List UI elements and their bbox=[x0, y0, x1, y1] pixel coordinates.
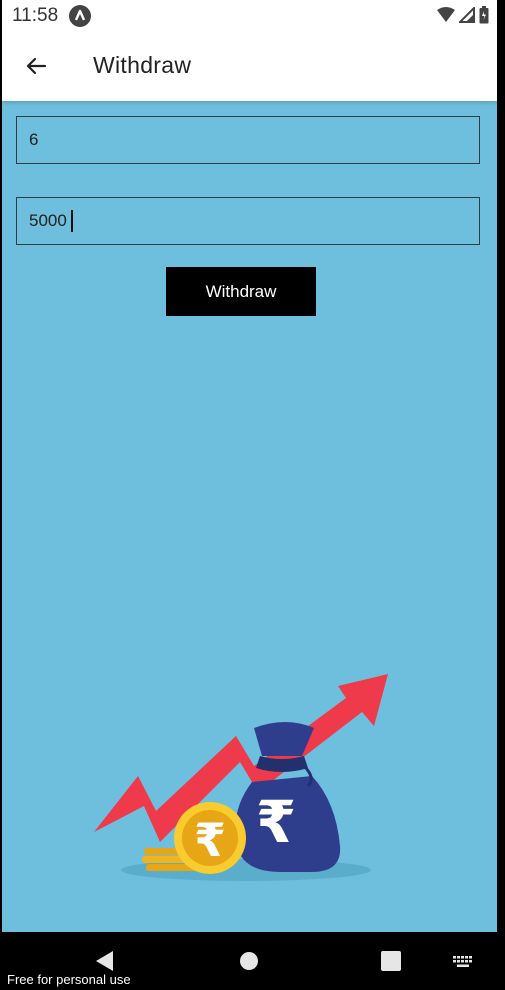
keyboard-icon[interactable] bbox=[452, 955, 474, 969]
battery-icon bbox=[479, 6, 489, 24]
wifi-icon bbox=[437, 7, 455, 22]
nav-home-icon[interactable] bbox=[240, 952, 258, 970]
coin-rupee-symbol: ₹ bbox=[194, 813, 226, 867]
first-input-field[interactable] bbox=[16, 116, 480, 164]
nav-recents-icon[interactable] bbox=[381, 951, 401, 971]
cellular-signal-icon bbox=[459, 7, 475, 23]
text-cursor bbox=[71, 210, 73, 232]
arrow-left-icon bbox=[26, 57, 47, 75]
bag-rupee-symbol: ₹ bbox=[256, 788, 296, 856]
app-bar: Withdraw bbox=[2, 32, 497, 101]
status-icons bbox=[437, 6, 489, 24]
money-growth-illustration: ₹ ₹ bbox=[94, 674, 388, 881]
first-input[interactable] bbox=[17, 117, 479, 163]
page-title: Withdraw bbox=[93, 52, 192, 78]
back-button[interactable] bbox=[18, 48, 54, 84]
rupee-coin-icon: ₹ bbox=[174, 802, 246, 874]
amount-input[interactable] bbox=[17, 198, 479, 244]
amount-field[interactable] bbox=[16, 197, 480, 245]
status-time: 11:58 bbox=[12, 5, 59, 26]
withdraw-button[interactable]: Withdraw bbox=[166, 267, 316, 316]
watermark-text: Free for personal use bbox=[7, 972, 131, 987]
status-bar: 11:58 bbox=[2, 0, 497, 32]
nav-back-icon[interactable] bbox=[95, 950, 115, 972]
app-screen: 11:58 Withdraw Withdraw ₹ bbox=[2, 0, 497, 932]
app-notification-icon bbox=[69, 5, 91, 27]
money-bag-icon: ₹ bbox=[235, 722, 341, 872]
